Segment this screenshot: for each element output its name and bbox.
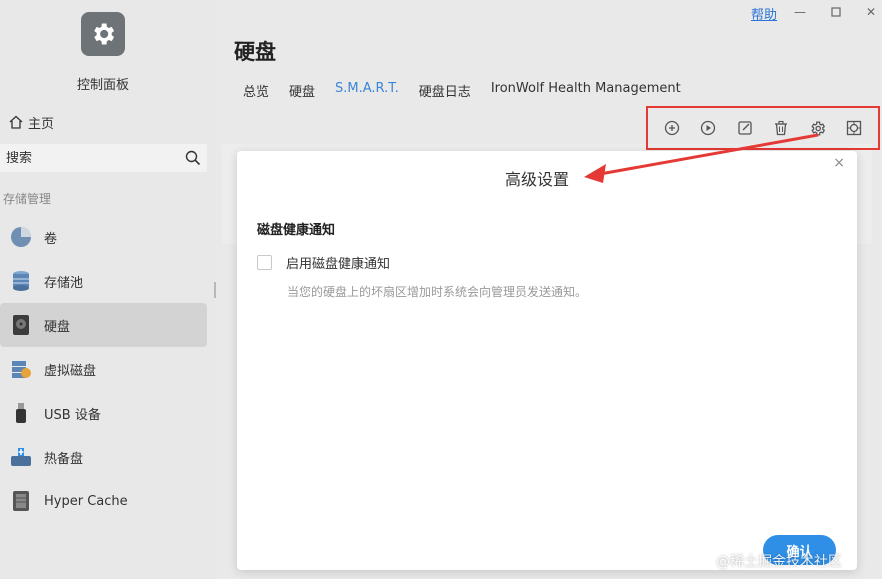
sidebar-item-label: 虚拟磁盘: [44, 363, 97, 379]
watermark: @稀土掘金技术社区: [716, 554, 842, 570]
option-description: 当您的硬盘上的坏扇区增加时系统会向管理员发送通知。: [287, 285, 588, 299]
virtual-disk-icon: [10, 358, 32, 380]
sidebar-item-label: 热备盘: [44, 451, 84, 467]
sidebar-item-virtual-disk[interactable]: 虚拟磁盘: [0, 347, 207, 391]
home-icon: [9, 115, 23, 129]
sidebar-resize-handle[interactable]: [214, 282, 216, 298]
play-icon[interactable]: [698, 118, 718, 138]
sidebar: 控制面板 主页 存储管理 卷: [0, 0, 216, 579]
locate-icon[interactable]: [844, 118, 864, 138]
health-notify-checkbox[interactable]: [257, 255, 272, 270]
toolbar-highlight: [646, 106, 880, 150]
tab-hard-disk[interactable]: 硬盘: [289, 81, 315, 100]
sidebar-item-hot-spare[interactable]: 热备盘: [0, 435, 207, 479]
health-notify-option[interactable]: 启用磁盘健康通知: [257, 253, 390, 272]
hyper-cache-icon: [10, 490, 32, 512]
close-window-icon[interactable]: ✕: [863, 4, 879, 20]
trash-icon[interactable]: [771, 118, 791, 138]
help-link[interactable]: 帮助: [751, 4, 777, 23]
minimize-icon[interactable]: —: [792, 4, 808, 20]
control-panel-logo: [81, 12, 125, 56]
add-icon[interactable]: [662, 118, 682, 138]
tab-ironwolf[interactable]: IronWolf Health Management: [491, 81, 681, 100]
settings-icon[interactable]: [807, 118, 827, 138]
pie-volume-icon: [10, 226, 32, 248]
home-label: 主页: [28, 116, 55, 132]
sidebar-item-label: Hyper Cache: [44, 493, 128, 509]
tab-disk-log[interactable]: 硬盘日志: [419, 81, 471, 100]
storage-pool-icon: [10, 270, 32, 292]
usb-icon: [10, 402, 32, 424]
app-title: 控制面板: [76, 78, 129, 93]
tab-bar: 总览 硬盘 S.M.A.R.T. 硬盘日志 IronWolf Health Ma…: [243, 81, 701, 100]
sidebar-item-storage-pool[interactable]: 存储池: [0, 259, 207, 303]
tab-smart[interactable]: S.M.A.R.T.: [335, 81, 399, 100]
sidebar-item-usb[interactable]: USB 设备: [0, 391, 207, 435]
section-title-storage: 存储管理: [3, 192, 52, 206]
sidebar-item-hard-disk[interactable]: 硬盘: [0, 303, 207, 347]
edit-icon[interactable]: [735, 118, 755, 138]
search-input[interactable]: [6, 150, 166, 166]
search-box[interactable]: [0, 144, 207, 172]
hard-disk-icon: [10, 314, 32, 336]
maximize-icon[interactable]: [828, 4, 844, 20]
sidebar-item-label: 硬盘: [44, 319, 71, 335]
sidebar-item-label: 卷: [44, 231, 58, 247]
sidebar-item-volume[interactable]: 卷: [0, 215, 207, 259]
dialog-title: 高级设置: [504, 170, 569, 189]
tab-overview[interactable]: 总览: [243, 81, 269, 100]
sidebar-item-label: USB 设备: [44, 407, 101, 423]
hot-spare-icon: [10, 446, 32, 468]
gear-icon: [94, 23, 115, 45]
section-title-health-notify: 磁盘健康通知: [257, 223, 336, 238]
home-link[interactable]: 主页: [8, 112, 54, 132]
checkbox-label: 启用磁盘健康通知: [286, 257, 391, 272]
search-icon[interactable]: [185, 150, 201, 166]
sidebar-item-label: 存储池: [44, 275, 84, 291]
advanced-settings-dialog: × 高级设置 磁盘健康通知 启用磁盘健康通知 当您的硬盘上的坏扇区增加时系统会向…: [237, 151, 857, 570]
sidebar-item-hyper-cache[interactable]: Hyper Cache: [0, 479, 207, 523]
page-title: 硬盘: [234, 40, 276, 64]
